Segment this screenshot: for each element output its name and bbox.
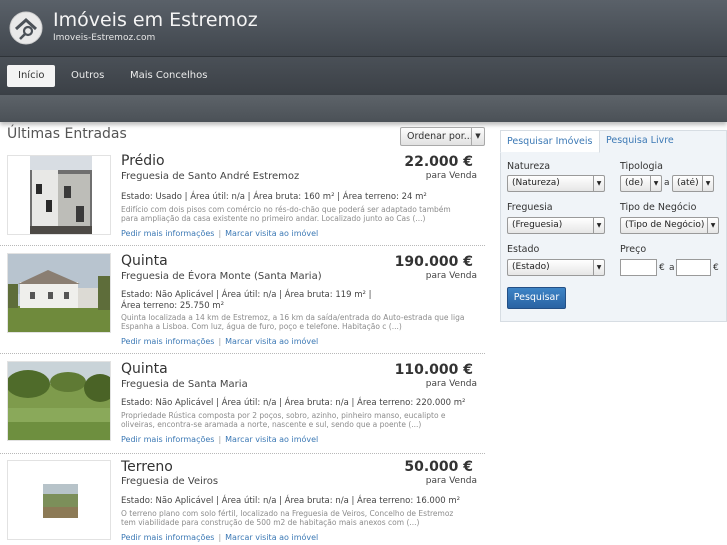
price-connector: a — [669, 263, 675, 273]
schedule-visit-link[interactable]: Marcar visita ao imóvel — [225, 533, 318, 542]
listing-specs: Estado: Não Aplicável | Área útil: n/a |… — [121, 290, 372, 311]
listing-links: Pedir mais informações | Marcar visita ao … — [121, 533, 318, 542]
price-min-input[interactable] — [620, 259, 657, 276]
freguesia-value: (Freguesia) — [512, 220, 563, 230]
listing-title[interactable]: Quinta — [121, 253, 168, 269]
link-separator: | — [218, 435, 222, 444]
section-title: Últimas Entradas — [7, 126, 127, 142]
listing-price: 50.000 € — [404, 459, 473, 475]
property-photo[interactable] — [7, 253, 111, 333]
property-photo[interactable] — [7, 155, 111, 235]
listing-description: Propriedade Rústica composta por 2 poços… — [121, 411, 446, 429]
listing-parish: Freguesia de Santo André Estremoz — [121, 171, 300, 182]
listing-title[interactable]: Prédio — [121, 153, 165, 169]
request-info-link[interactable]: Pedir mais informações — [121, 229, 214, 238]
freguesia-label: Freguesia — [507, 202, 553, 213]
chevron-down-icon: ▼ — [471, 128, 484, 145]
site-subtitle: Imoveis-Estremoz.com — [53, 33, 156, 43]
listing-parish: Freguesia de Évora Monte (Santa Maria) — [121, 271, 322, 282]
currency-label: € — [659, 263, 665, 273]
listing-item: Quinta Freguesia de Évora Monte (Santa M… — [0, 252, 485, 354]
tipologia-to-select[interactable]: (até) ▼ — [672, 175, 714, 192]
listing-description: O terreno plano com solo fértil, localiz… — [121, 509, 454, 527]
link-separator: | — [218, 337, 222, 346]
tipo-negocio-value: (Tipo de Negócio) — [625, 220, 705, 230]
link-separator: | — [218, 229, 222, 238]
listing-links: Pedir mais informações | Marcar visita ao … — [121, 337, 318, 346]
listing-specs: Estado: Não Aplicável | Área útil: n/a |… — [121, 496, 461, 506]
header-subbar — [0, 95, 727, 122]
tipologia-to-value: (até) — [677, 178, 699, 188]
natureza-select[interactable]: (Natureza) ▼ — [507, 175, 605, 192]
currency-label: € — [713, 263, 719, 273]
tab-pesquisar-imoveis[interactable]: Pesquisar Imóveis — [500, 130, 600, 153]
tipologia-label: Tipologia — [620, 161, 663, 172]
sort-label: Ordenar por... — [407, 131, 473, 142]
natureza-label: Natureza — [507, 161, 551, 172]
listing-links: Pedir mais informações | Marcar visita ao … — [121, 229, 318, 238]
chevron-down-icon: ▼ — [707, 218, 718, 233]
chevron-down-icon: ▼ — [593, 260, 604, 275]
price-max-input[interactable] — [676, 259, 711, 276]
tipologia-from-value: (de) — [625, 178, 644, 188]
listing-item: Terreno Freguesia de Veiros 50.000 € par… — [0, 459, 485, 545]
search-tabs: Pesquisar Imóveis Pesquisa Livre — [500, 130, 727, 153]
preco-label: Preço — [620, 244, 647, 255]
estado-label: Estado — [507, 244, 540, 255]
top-header: Imóveis em Estremoz Imoveis-Estremoz.com — [0, 0, 727, 57]
search-button[interactable]: Pesquisar — [507, 287, 566, 309]
request-info-link[interactable]: Pedir mais informações — [121, 337, 214, 346]
listing-deal-type: para Venda — [425, 171, 477, 181]
main-nav: Início Outros Mais Concelhos — [0, 57, 727, 95]
chevron-down-icon: ▼ — [650, 176, 661, 191]
tipo-negocio-select[interactable]: (Tipo de Negócio) ▼ — [620, 217, 719, 234]
listing-specs: Estado: Usado | Área útil: n/a | Área br… — [121, 192, 427, 202]
property-photo[interactable] — [7, 361, 111, 441]
listing-specs: Estado: Não Aplicável | Área útil: n/a |… — [121, 398, 466, 408]
chevron-down-icon: ▼ — [593, 218, 604, 233]
listing-links: Pedir mais informações | Marcar visita ao … — [121, 435, 318, 444]
listing-price: 190.000 € — [394, 254, 473, 270]
listing-title[interactable]: Terreno — [121, 459, 173, 475]
property-photo[interactable] — [7, 460, 111, 540]
nav-item-inicio[interactable]: Início — [7, 65, 56, 87]
natureza-value: (Natureza) — [512, 178, 560, 188]
tipo-negocio-label: Tipo de Negócio — [620, 202, 697, 213]
listing-item: Prédio Freguesia de Santo André Estremoz… — [0, 152, 485, 246]
listing-price: 110.000 € — [394, 362, 473, 378]
listing-parish: Freguesia de Santa Maria — [121, 379, 248, 390]
sort-dropdown[interactable]: Ordenar por... ▼ — [400, 127, 485, 146]
nav-item-mais-concelhos[interactable]: Mais Concelhos — [119, 65, 218, 87]
request-info-link[interactable]: Pedir mais informações — [121, 533, 214, 542]
link-separator: | — [218, 533, 222, 542]
schedule-visit-link[interactable]: Marcar visita ao imóvel — [225, 337, 318, 346]
listing-deal-type: para Venda — [425, 379, 477, 389]
request-info-link[interactable]: Pedir mais informações — [121, 435, 214, 444]
chevron-down-icon: ▼ — [593, 176, 604, 191]
tipologia-from-select[interactable]: (de) ▼ — [620, 175, 662, 192]
schedule-visit-link[interactable]: Marcar visita ao imóvel — [225, 435, 318, 444]
listing-description: Quinta localizada a 14 km de Estremoz, a… — [121, 313, 465, 331]
schedule-visit-link[interactable]: Marcar visita ao imóvel — [225, 229, 318, 238]
listing-title[interactable]: Quinta — [121, 361, 168, 377]
listing-deal-type: para Venda — [425, 476, 477, 486]
estado-select[interactable]: (Estado) ▼ — [507, 259, 605, 276]
listing-price: 22.000 € — [404, 154, 473, 170]
chevron-down-icon: ▼ — [702, 176, 713, 191]
listing-description: Edifício com dois pisos com comércio no … — [121, 205, 451, 223]
site-title[interactable]: Imóveis em Estremoz — [53, 9, 258, 31]
freguesia-select[interactable]: (Freguesia) ▼ — [507, 217, 605, 234]
listing-item: Quinta Freguesia de Santa Maria 110.000 … — [0, 360, 485, 454]
house-search-icon[interactable] — [8, 10, 44, 46]
listing-parish: Freguesia de Veiros — [121, 476, 219, 487]
tab-pesquisa-livre[interactable]: Pesquisa Livre — [600, 130, 680, 153]
tipologia-connector: a — [664, 178, 670, 188]
nav-item-outros[interactable]: Outros — [60, 65, 115, 87]
listing-deal-type: para Venda — [425, 271, 477, 281]
estado-value: (Estado) — [512, 262, 550, 272]
